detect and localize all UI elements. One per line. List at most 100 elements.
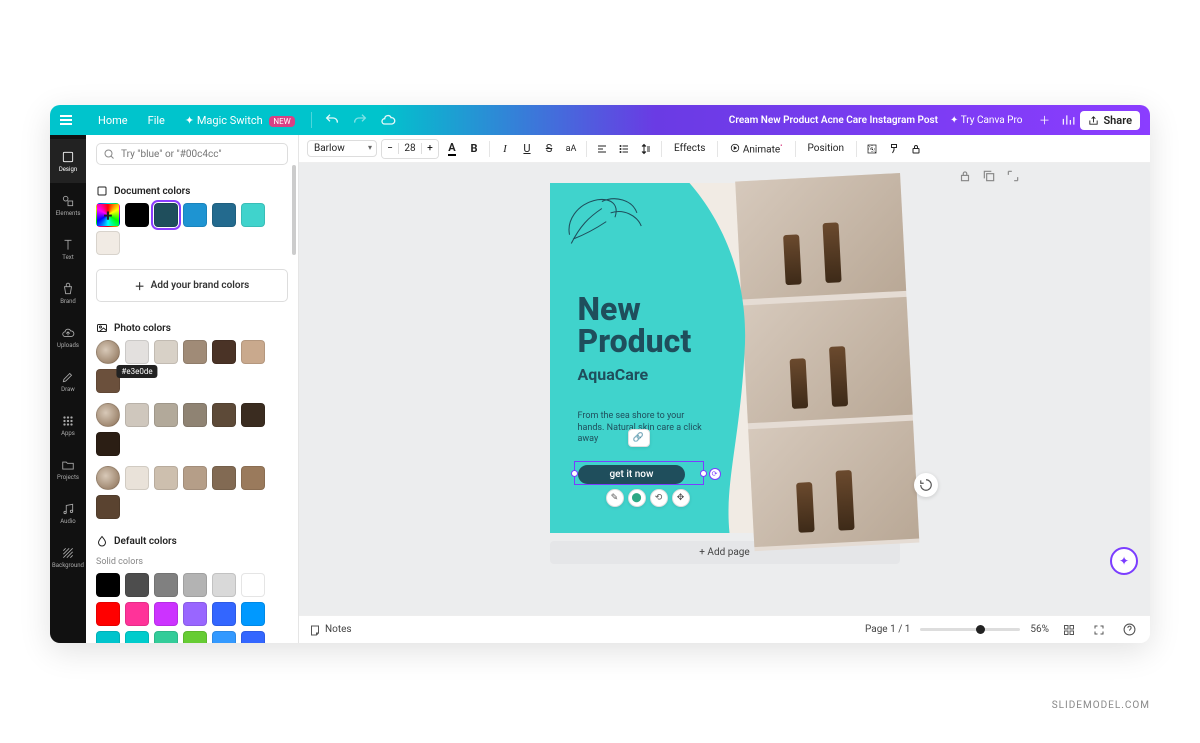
color-swatch[interactable] [183, 340, 207, 364]
underline-button[interactable]: U [518, 139, 536, 159]
color-swatch[interactable] [96, 631, 120, 643]
rail-audio[interactable]: Audio [50, 491, 86, 535]
color-swatch[interactable] [183, 602, 207, 626]
font-size-increase[interactable]: + [422, 140, 438, 158]
color-swatch[interactable] [125, 573, 149, 597]
sync-icon[interactable]: ⟲ [650, 489, 668, 507]
color-swatch[interactable] [96, 602, 120, 626]
share-button[interactable]: Share [1080, 111, 1140, 130]
color-swatch[interactable] [241, 340, 265, 364]
effects-button[interactable]: Effects [668, 143, 711, 154]
document-title[interactable]: Cream New Product Acne Care Instagram Po… [729, 115, 938, 126]
strikethrough-button[interactable]: S [540, 139, 558, 159]
color-search-input[interactable] [121, 149, 281, 160]
color-swatch[interactable] [183, 203, 207, 227]
position-button[interactable]: Position [802, 143, 850, 154]
color-swatch[interactable] [154, 403, 178, 427]
color-swatch[interactable] [154, 203, 178, 227]
color-swatch[interactable] [154, 466, 178, 490]
color-swatch[interactable] [183, 466, 207, 490]
italic-button[interactable]: I [496, 139, 514, 159]
color-edit-icon[interactable]: ⬤ [628, 489, 646, 507]
color-swatch[interactable] [212, 340, 236, 364]
case-button[interactable]: aA [562, 139, 580, 159]
color-swatch[interactable] [125, 466, 149, 490]
color-swatch[interactable] [241, 466, 265, 490]
upgrade-button[interactable]: ✦ Try Canva Pro [950, 115, 1022, 126]
duplicate-page-icon[interactable] [982, 169, 996, 183]
canvas-area[interactable]: NewProduct AquaCare From the sea shore t… [299, 163, 1150, 615]
color-swatch[interactable] [125, 203, 149, 227]
list-button[interactable] [615, 139, 633, 159]
color-swatch[interactable] [125, 403, 149, 427]
add-brand-colors-button[interactable]: ＋ Add your brand colors [96, 269, 288, 302]
notes-button[interactable]: Notes [309, 624, 352, 636]
expand-page-icon[interactable] [1006, 169, 1020, 183]
photo-thumb[interactable] [96, 466, 120, 490]
color-swatch[interactable] [212, 631, 236, 643]
transparency-button[interactable] [863, 139, 881, 159]
help-icon[interactable] [1119, 623, 1140, 636]
magic-edit-icon[interactable]: ✎ [606, 489, 624, 507]
font-size-stepper[interactable]: − 28 + [381, 139, 439, 159]
color-swatch[interactable] [212, 466, 236, 490]
bold-button[interactable]: B [465, 139, 483, 159]
rail-uploads[interactable]: Uploads [50, 315, 86, 359]
panel-scrollbar[interactable] [292, 165, 296, 255]
fullscreen-icon[interactable] [1089, 624, 1109, 636]
color-swatch[interactable] [96, 432, 120, 456]
color-swatch[interactable] [241, 403, 265, 427]
redo-icon[interactable] [352, 112, 368, 128]
color-swatch[interactable] [154, 340, 178, 364]
copy-style-button[interactable] [885, 139, 903, 159]
zoom-value[interactable]: 56% [1030, 624, 1049, 635]
quick-link-icon[interactable]: 🔗 [628, 429, 650, 447]
color-swatch[interactable] [241, 631, 265, 643]
color-swatch[interactable] [183, 631, 207, 643]
zoom-thumb[interactable] [976, 625, 985, 634]
color-swatch[interactable] [241, 573, 265, 597]
rail-brand[interactable]: Brand [50, 271, 86, 315]
color-swatch[interactable] [154, 602, 178, 626]
font-size-value[interactable]: 28 [398, 143, 422, 154]
add-color-swatch[interactable]: + [96, 203, 120, 227]
home-link[interactable]: Home [98, 114, 128, 127]
zoom-slider[interactable] [920, 628, 1020, 631]
color-swatch[interactable] [212, 203, 236, 227]
spacing-button[interactable] [637, 139, 655, 159]
add-button[interactable]: ＋ [1032, 110, 1056, 130]
color-swatch[interactable] [212, 602, 236, 626]
color-swatch[interactable] [154, 631, 178, 643]
color-swatch[interactable] [96, 573, 120, 597]
color-swatch[interactable] [96, 231, 120, 255]
color-swatch[interactable] [183, 573, 207, 597]
color-swatch[interactable] [212, 573, 236, 597]
animate-button[interactable]: Animate• [724, 142, 788, 155]
rail-elements[interactable]: Elements [50, 183, 86, 227]
move-icon[interactable]: ✥ [672, 489, 690, 507]
photo-thumb[interactable] [96, 340, 120, 364]
rail-background[interactable]: Background [50, 535, 86, 579]
resize-handle-left[interactable] [571, 470, 578, 477]
photo-thumb[interactable] [96, 403, 120, 427]
font-family-select[interactable]: Barlow [307, 140, 377, 157]
reset-view-icon[interactable] [914, 473, 938, 497]
selection-box[interactable]: ⟳ [574, 461, 704, 485]
rail-projects[interactable]: Projects [50, 447, 86, 491]
color-swatch[interactable] [96, 495, 120, 519]
font-size-decrease[interactable]: − [382, 140, 398, 158]
menu-hamburger-icon[interactable] [60, 115, 88, 125]
text-color-button[interactable]: A [443, 139, 461, 159]
page-indicator[interactable]: Page 1 / 1 [865, 624, 910, 635]
align-button[interactable] [593, 139, 611, 159]
color-swatch[interactable] [125, 602, 149, 626]
color-swatch[interactable]: #e3e0de [125, 340, 149, 364]
color-swatch[interactable] [241, 203, 265, 227]
file-menu[interactable]: File [148, 114, 165, 127]
assistant-fab[interactable]: ✦ [1110, 547, 1138, 575]
canvas-subtitle[interactable]: AquaCare [578, 365, 649, 384]
color-swatch[interactable] [241, 602, 265, 626]
rail-draw[interactable]: Draw [50, 359, 86, 403]
color-search[interactable] [96, 143, 288, 165]
color-swatch[interactable] [154, 573, 178, 597]
